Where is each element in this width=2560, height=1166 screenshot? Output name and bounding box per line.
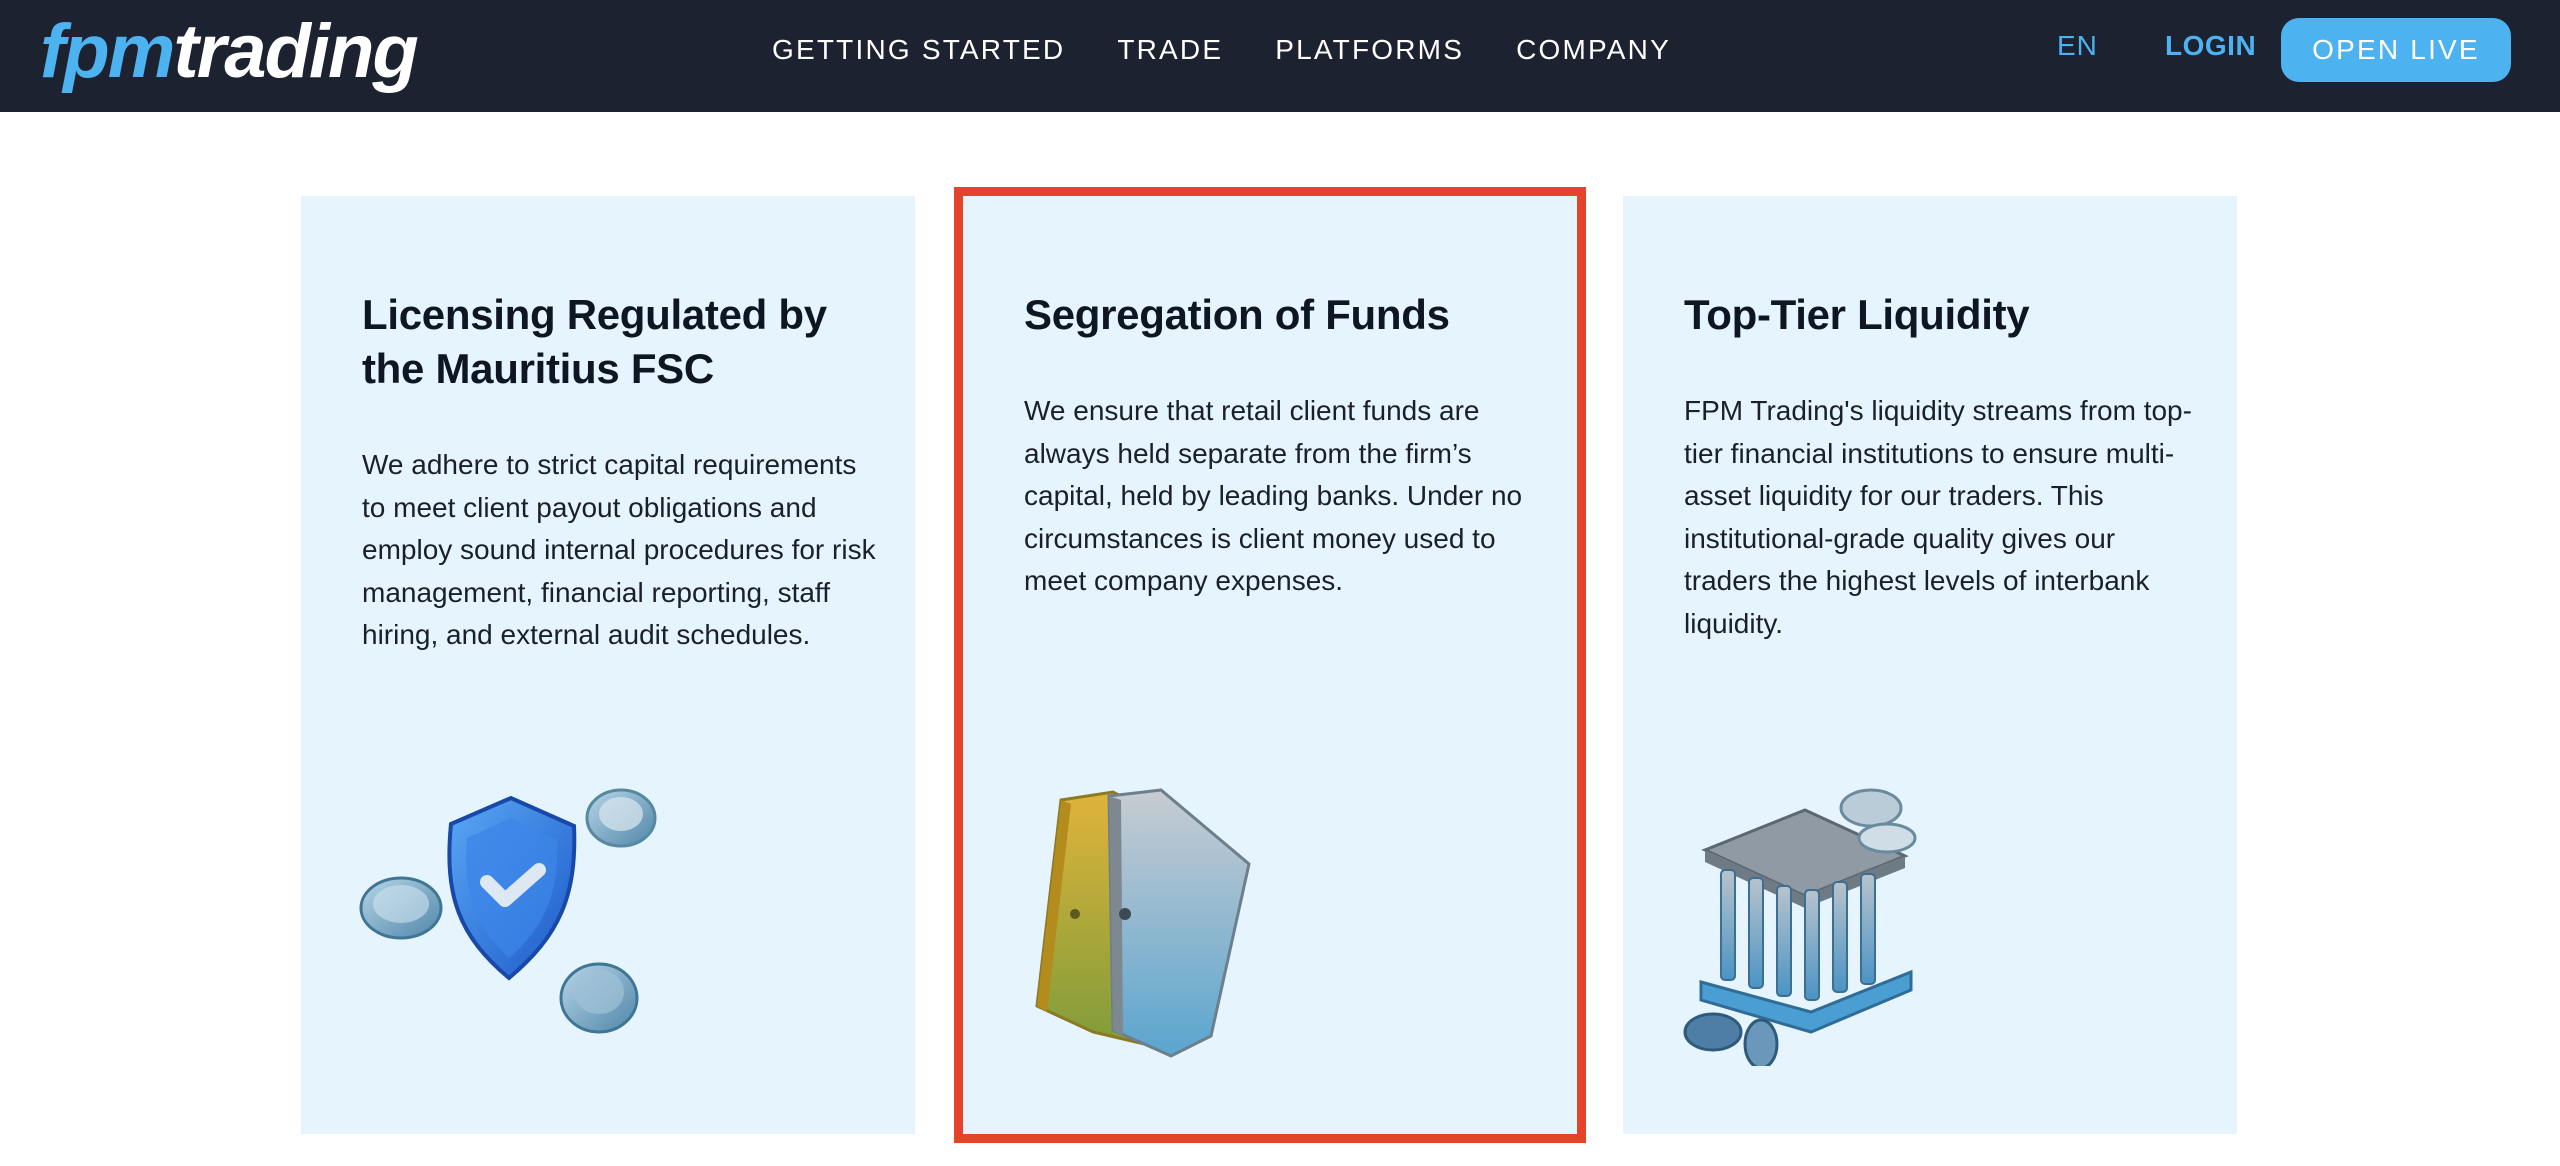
card-description: We adhere to strict capital requirements… bbox=[362, 449, 876, 651]
card-description: FPM Trading's liquidity streams from top… bbox=[1684, 395, 2192, 639]
main-nav: GETTING STARTED TRADE PLATFORMS COMPANY bbox=[772, 0, 1723, 100]
logo-text-fpm: fpm bbox=[40, 9, 175, 94]
shield-coins-icon bbox=[359, 788, 657, 1034]
top-navigation-bar: fpmtrading GETTING STARTED TRADE PLATFOR… bbox=[0, 0, 2560, 112]
open-live-button[interactable]: OPEN LIVE bbox=[2281, 18, 2511, 82]
nav-getting-started[interactable]: GETTING STARTED bbox=[772, 34, 1065, 66]
bank-coins-icon bbox=[1683, 788, 1917, 1066]
card-top-tier-liquidity: Top-Tier Liquidity FPM Trading's liquidi… bbox=[1623, 196, 2237, 1134]
logo-text-trading: trading bbox=[173, 9, 419, 94]
language-selector[interactable]: EN bbox=[2057, 30, 2098, 62]
nav-platforms[interactable]: PLATFORMS bbox=[1275, 34, 1464, 66]
card-licensing: Licensing Regulated by the Mauritius FSC… bbox=[301, 196, 915, 1134]
nav-trade[interactable]: TRADE bbox=[1117, 34, 1223, 66]
binders-icon bbox=[1035, 788, 1251, 1058]
card-segregation-of-funds[interactable]: Segregation of Funds We ensure that reta… bbox=[954, 187, 1586, 1143]
card-title: Top-Tier Liquidity bbox=[1684, 291, 2030, 338]
fpmtrading-logo[interactable]: fpmtrading bbox=[40, 4, 419, 100]
card-title: Licensing Regulated by the Mauritius FSC bbox=[362, 291, 827, 392]
nav-company[interactable]: COMPANY bbox=[1516, 34, 1671, 66]
card-title: Segregation of Funds bbox=[1024, 291, 1450, 338]
login-link[interactable]: LOGIN bbox=[2165, 30, 2256, 62]
card-description: We ensure that retail client funds are a… bbox=[1024, 395, 1523, 597]
